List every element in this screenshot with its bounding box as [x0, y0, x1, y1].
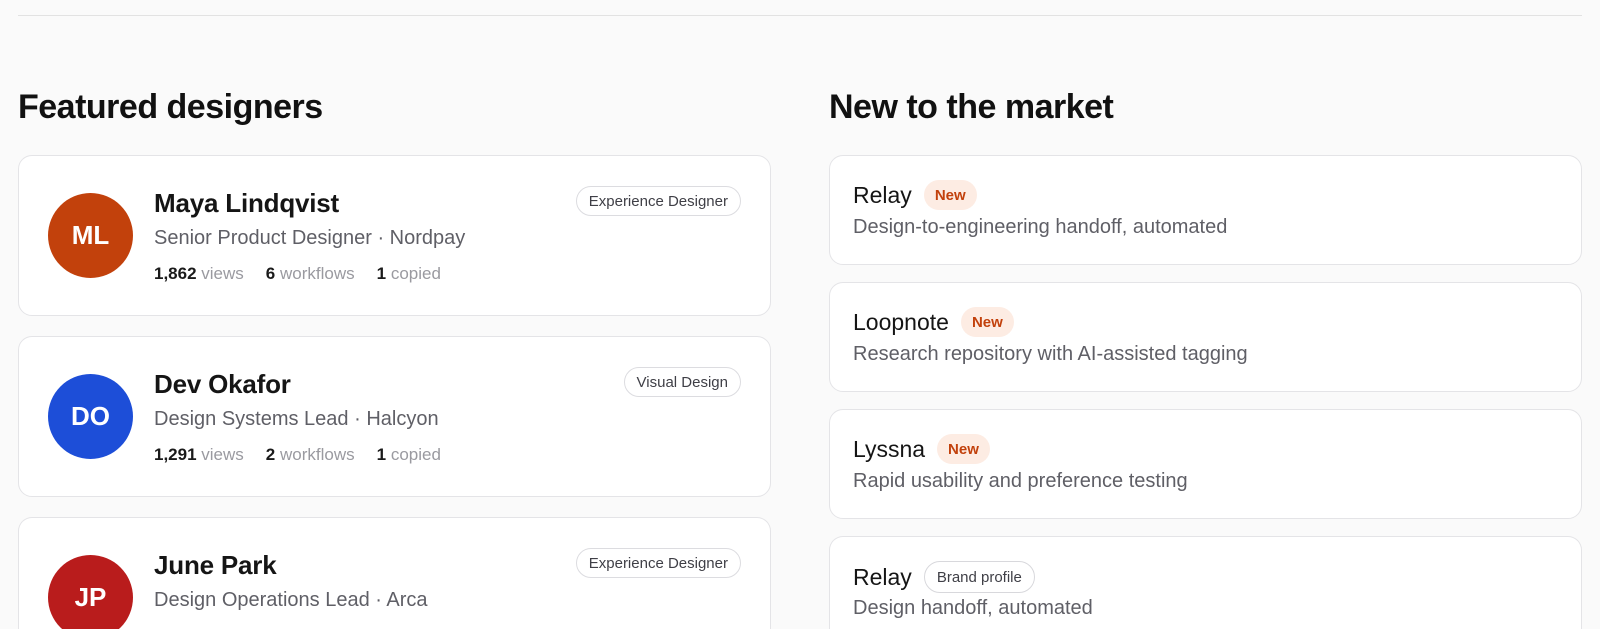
new-badge: New — [937, 434, 990, 464]
designer-card[interactable]: JP June Park Design Operations Lead · Ar… — [18, 517, 771, 629]
avatar: JP — [48, 555, 133, 629]
discipline-tag[interactable]: Visual Design — [623, 367, 741, 397]
designer-name[interactable]: Dev Okafor — [154, 369, 291, 400]
featured-designers-title: Featured designers — [18, 88, 323, 126]
product-name[interactable]: Relay — [853, 564, 912, 591]
product-header: Lyssna New — [853, 434, 990, 464]
new-badge: New — [923, 180, 977, 210]
brand-profile-badge[interactable]: Brand profile — [923, 561, 1035, 593]
product-card[interactable]: Relay New Design-to-engineering handoff,… — [829, 155, 1582, 265]
designer-name[interactable]: Maya Lindqvist — [154, 188, 339, 219]
views-stat: 1,291 views — [154, 445, 244, 464]
product-description: Design-to-engineering handoff, automated — [853, 216, 1228, 238]
new-badge: New — [960, 307, 1014, 337]
workflows-stat: 6 workflows — [265, 264, 355, 283]
designer-name[interactable]: June Park — [154, 550, 277, 581]
product-header: Relay New — [853, 180, 977, 210]
page: Featured designers ML Maya Lindqvist Sen… — [0, 0, 1600, 629]
discipline-tag[interactable]: Experience Designer — [575, 548, 741, 578]
product-card[interactable]: Lyssna New Rapid usability and preferenc… — [829, 409, 1582, 519]
copied-stat: 1 copied — [376, 264, 441, 283]
product-card[interactable]: Relay Brand profile Design handoff, auto… — [829, 536, 1582, 629]
divider — [18, 15, 1582, 16]
product-name[interactable]: Loopnote — [853, 309, 949, 336]
new-to-market-title: New to the market — [829, 88, 1114, 126]
designer-card[interactable]: ML Maya Lindqvist Senior Product Designe… — [18, 155, 771, 316]
designer-role: Senior Product Designer · Nordpay — [154, 227, 466, 249]
avatar: ML — [48, 193, 133, 278]
designer-role: Design Operations Lead · Arca — [154, 589, 428, 611]
product-name[interactable]: Lyssna — [853, 436, 925, 463]
designer-role: Design Systems Lead · Halcyon — [154, 408, 439, 430]
featured-designers-section: Featured designers ML Maya Lindqvist Sen… — [18, 86, 771, 629]
copied-stat: 1 copied — [376, 445, 441, 464]
product-description: Rapid usability and preference testing — [853, 470, 1188, 492]
product-header: Loopnote New — [853, 307, 1014, 337]
designer-stats: 1,291 views 2 workflows 1 copied — [154, 445, 441, 465]
designer-stats: 1,862 views 6 workflows 1 copied — [154, 264, 441, 284]
discipline-tag[interactable]: Experience Designer — [575, 186, 741, 216]
workflows-stat: 2 workflows — [265, 445, 355, 464]
product-name[interactable]: Relay — [853, 182, 912, 209]
new-to-market-section: New to the market Relay New Design-to-en… — [829, 86, 1582, 629]
avatar: DO — [48, 374, 133, 459]
product-header: Relay Brand profile — [853, 561, 1035, 593]
designer-card[interactable]: DO Dev Okafor Design Systems Lead · Halc… — [18, 336, 771, 497]
views-stat: 1,862 views — [154, 264, 244, 283]
product-description: Design handoff, automated — [853, 597, 1093, 619]
product-card[interactable]: Loopnote New Research repository with AI… — [829, 282, 1582, 392]
product-description: Research repository with AI-assisted tag… — [853, 343, 1248, 365]
